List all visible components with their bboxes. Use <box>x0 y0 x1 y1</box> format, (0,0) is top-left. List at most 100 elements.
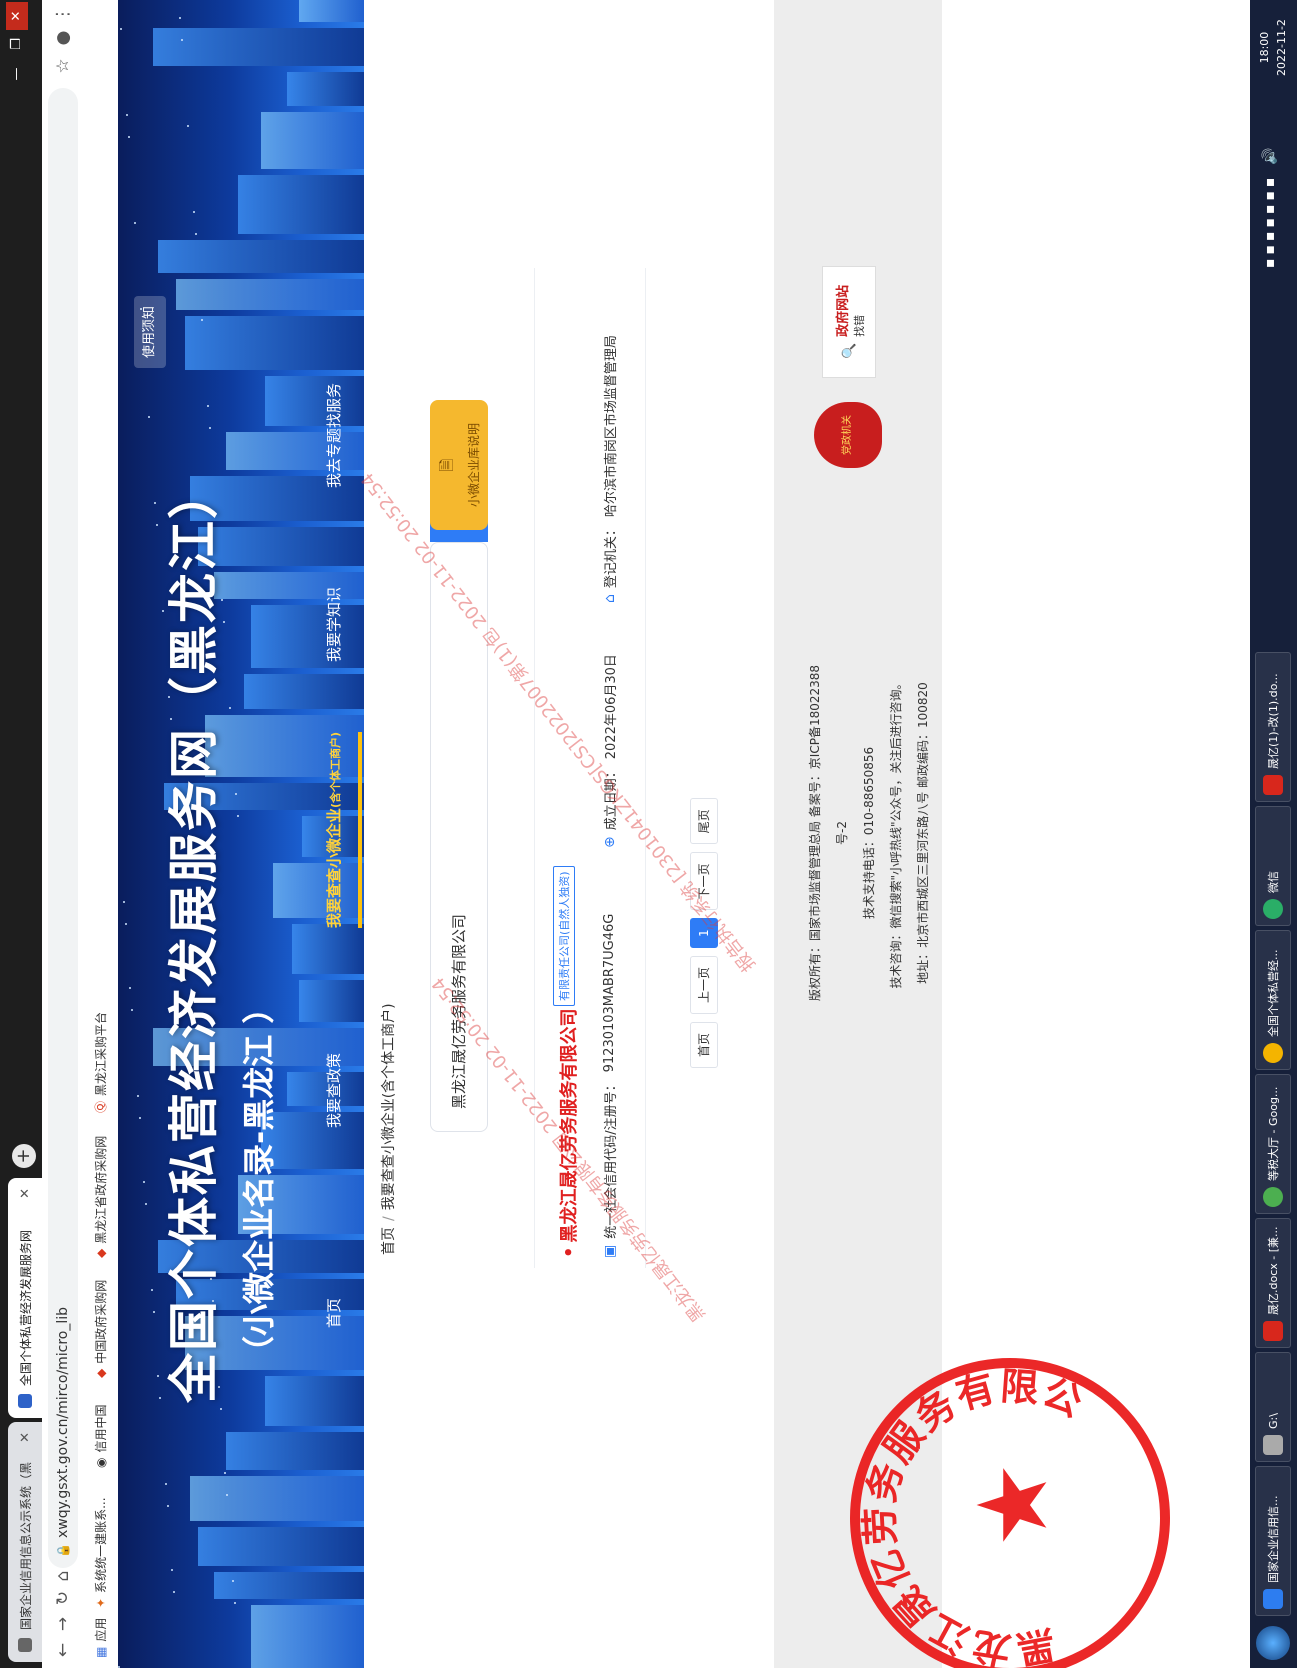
page-title: 全国个体私营经济发展服务网（黑龙江） <box>165 467 223 1403</box>
nav-knowledge[interactable]: 我要学知识 <box>314 587 358 662</box>
gov-site-sub: 找错 <box>852 314 866 337</box>
forward-arrow-icon[interactable]: → <box>51 1612 75 1636</box>
close-tab-icon[interactable]: ✕ <box>18 1432 33 1443</box>
library-info-button[interactable]: 🗎 小微企业库说明 <box>430 400 488 530</box>
bookmark-label: 中国政府采购网 <box>94 1279 108 1364</box>
bookmark-item[interactable]: Ⓠ 黑龙江采购平台 <box>92 1012 109 1113</box>
building-shape <box>251 1605 364 1668</box>
document-icon: 🗎 <box>437 458 456 472</box>
authority-label: 登记机关： <box>604 523 619 589</box>
nav-policy[interactable]: 我要查政策 <box>314 1053 358 1128</box>
footer-consult: 技术咨询：微信搜索"小呼热线"公众号，关注后进行咨询。 <box>889 677 903 989</box>
building-icon: ⌂ <box>601 594 618 603</box>
building-shape <box>213 1572 364 1599</box>
star-dot <box>126 114 128 116</box>
profile-icon[interactable]: ● <box>51 26 75 50</box>
nav-micro-enterprise[interactable]: 我要查查小微企业(含个体工商户) <box>314 731 362 928</box>
page-last-button[interactable]: 尾页 <box>690 798 718 845</box>
taskbar-clock[interactable]: 18:00 2022-11-2 <box>1256 19 1290 76</box>
star-dot <box>129 987 131 989</box>
building-shape <box>291 924 364 974</box>
tab-label: 国家企业信用信息公示系统（黑 <box>18 1461 33 1630</box>
page-prev-button[interactable]: 上一页 <box>690 955 718 1014</box>
nav-topic-service[interactable]: 我去专题找服务 <box>314 383 358 488</box>
taskbar-label: 等税大厅 - Goog... <box>1267 1086 1280 1181</box>
footer-phone: 技术支持电话：010-88650856 <box>862 746 876 920</box>
main-content: 首页/我要查查小微企业(含个体工商户) 黑龙江晟亿劳务服务有限公司 ⚲ 查询 🗎… <box>364 0 774 1668</box>
bookmark-label: 系统统一建账系... <box>94 1497 108 1593</box>
star-dot <box>165 1483 167 1485</box>
star-dot <box>131 1009 133 1011</box>
taskbar-item[interactable]: 晟亿(1)-改(1).do... <box>1255 652 1291 802</box>
star-dot <box>123 901 125 903</box>
page-subtitle: （小微企业名录-黑龙江 ） <box>240 991 278 1368</box>
site-favicon-icon <box>18 1394 32 1408</box>
page-first-button[interactable]: 首页 <box>690 1021 718 1068</box>
chrome-icon <box>1263 1187 1283 1207</box>
tab-gsxt[interactable]: 国家企业信用信息公示系统（黑 ✕ <box>8 1422 42 1662</box>
building-shape <box>184 316 364 370</box>
tab-xwqy[interactable]: 全国个体私营经济发展服务网 ✕ <box>8 1178 42 1418</box>
lock-icon: 🔒 <box>56 1543 70 1558</box>
bookmark-label: 黑龙江省政府采购网 <box>94 1135 108 1244</box>
star-dot <box>209 427 211 429</box>
authority-value: 哈尔滨市南岗区市场监督管理局 <box>604 335 619 518</box>
close-window-icon[interactable]: ✕ <box>6 2 28 30</box>
gov-site-error-link[interactable]: 🔍 政府网站 找错 <box>822 266 876 378</box>
bookmark-item[interactable]: ◆ 中国政府采购网 <box>92 1280 109 1378</box>
back-arrow-icon[interactable]: ← <box>51 1638 75 1662</box>
taskbar-item[interactable]: G:\ <box>1255 1352 1291 1462</box>
wechat-icon <box>1263 899 1283 919</box>
restore-icon[interactable]: ❐ <box>6 30 28 58</box>
star-dot <box>181 39 183 41</box>
minimize-icon[interactable]: — <box>6 60 28 88</box>
clock-time: 18:00 <box>1258 31 1271 64</box>
star-dot <box>224 1472 226 1474</box>
bookmark-apps[interactable]: ▦ 应用 <box>92 1618 109 1658</box>
building-shape <box>244 674 364 709</box>
star-dot <box>128 136 130 138</box>
bookmark-item[interactable]: ✦ 系统统一建账系... <box>92 1497 109 1608</box>
taskbar-item[interactable]: 国家企业信用信... <box>1255 1466 1291 1616</box>
breadcrumb: 首页 / 我要查查小微企业(含个体工商户) <box>378 1003 398 1255</box>
building-shape <box>198 1527 364 1566</box>
taskbar-item[interactable]: 晟亿.docx - [兼... <box>1255 1218 1291 1348</box>
building-shape <box>237 175 364 234</box>
taskbar-item[interactable]: 等税大厅 - Goog... <box>1255 1074 1291 1214</box>
close-tab-icon[interactable]: ✕ <box>18 1188 33 1199</box>
footer-info: 版权所有：国家市场监督管理总局 备案号：京ICP备18022388号-2 技术支… <box>802 658 937 1008</box>
building-shape <box>298 0 364 22</box>
system-tray-icons[interactable]: ▪▪▪▪▪▪▪ 🔊 <box>1262 144 1278 268</box>
chrome-icon <box>1263 1043 1283 1063</box>
taskbar-item[interactable]: 微信 <box>1255 806 1291 926</box>
taskbar-item[interactable]: 全国个体私营经... <box>1255 930 1291 1070</box>
bookmark-item[interactable]: ◆ 黑龙江省政府采购网 <box>92 1136 109 1258</box>
wps-icon <box>1263 1321 1283 1341</box>
breadcrumb-home[interactable]: 首页 <box>381 1227 397 1255</box>
building-shape <box>298 980 364 1022</box>
star-dot <box>226 1494 228 1496</box>
new-tab-button[interactable]: + <box>12 1144 36 1168</box>
building-shape <box>286 72 364 106</box>
drive-icon <box>1263 1435 1283 1455</box>
star-dot <box>195 233 197 235</box>
star-dot <box>234 1602 236 1604</box>
party-gov-badge[interactable]: 党政机关 <box>814 402 882 468</box>
start-button-icon[interactable] <box>1256 1626 1290 1660</box>
reload-icon[interactable]: ↻ <box>51 1586 75 1610</box>
building-shape <box>225 1432 364 1470</box>
globe-icon <box>18 1638 32 1652</box>
footer-address: 地址：北京市西城区三里河东路八号 邮政编码：100820 <box>916 682 930 984</box>
menu-icon[interactable]: ⋮ <box>51 2 75 26</box>
footer-copyright: 版权所有：国家市场监督管理总局 备案号：京ICP备18022388号-2 <box>808 664 849 1002</box>
nav-home[interactable]: 首页 <box>314 1298 358 1328</box>
address-bar[interactable]: 🔒 xwqy.gsxt.gov.cn/mirco/micro_lib <box>48 88 78 1568</box>
gov-site-label: 政府网站 <box>835 284 851 337</box>
bookmarks-bar: ▦ 应用 ✦ 系统统一建账系... ◉ 信用中国 ◆ 中国政府采购网 ◆ 黑龙江省政府采购… <box>84 0 119 1668</box>
star-icon[interactable]: ☆ <box>51 54 75 78</box>
bookmark-item[interactable]: ◉ 信用中国 <box>92 1405 109 1469</box>
gov-site-text: 政府网站 找错 <box>832 285 867 337</box>
credit-code-value: 91230103MABR7UG46G <box>602 913 617 1073</box>
star-dot <box>237 815 239 817</box>
usage-notice-button[interactable]: 使用须知 <box>134 296 166 368</box>
